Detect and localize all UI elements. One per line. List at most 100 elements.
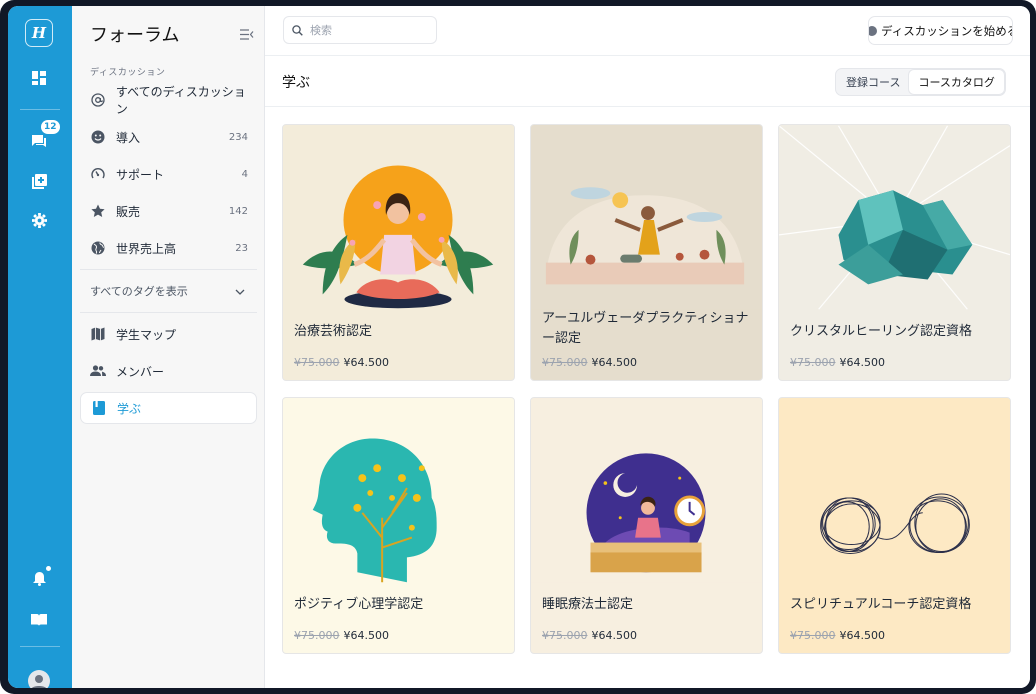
- course-price: ¥75.000 ¥64.500: [790, 356, 885, 369]
- app: H 12 フォーラム ディスカッション すべてのディスカッション 導入 234 …: [8, 6, 1030, 688]
- sidebar-item-all-discussions[interactable]: すべてのディスカッション: [80, 84, 257, 116]
- messages-badge: 12: [41, 120, 60, 134]
- dashboard-icon[interactable]: [24, 63, 54, 93]
- ayurveda-illustration: [531, 125, 762, 310]
- settings-icon[interactable]: [24, 205, 54, 235]
- sale-price: ¥64.500: [343, 356, 390, 369]
- notification-dot: [46, 566, 51, 571]
- app-logo[interactable]: H: [25, 19, 53, 47]
- map-icon: [90, 326, 106, 342]
- sidebar-divider: [80, 269, 257, 270]
- top-bar: ディスカッションを始める: [265, 6, 1030, 56]
- head-tree-illustration: [283, 398, 514, 583]
- course-card[interactable]: 治療芸術認定 ¥75.000 ¥64.500: [282, 124, 515, 381]
- globe-icon: [90, 240, 106, 256]
- sidebar-item-members[interactable]: メンバー: [80, 355, 257, 387]
- sidebar-item-label: メンバー: [116, 364, 165, 379]
- sidebar-item-label: 導入: [116, 130, 141, 145]
- sidebar-divider: [80, 312, 257, 313]
- sale-price: ¥64.500: [343, 629, 390, 642]
- sidebar-item-support[interactable]: サポート 4: [80, 158, 257, 190]
- sidebar-item-label: 世界売上高: [116, 241, 177, 256]
- course-title: 睡眠療法士認定: [542, 597, 634, 612]
- avatar[interactable]: [24, 666, 54, 688]
- collapse-sidebar-icon[interactable]: [240, 25, 254, 44]
- main-content: ディスカッションを始める 学ぶ 登録コース コースカタログ: [265, 6, 1030, 688]
- search-box[interactable]: [283, 16, 437, 44]
- course-title: 治療芸術認定: [294, 324, 373, 339]
- members-icon: [90, 363, 106, 379]
- item-count: 4: [241, 168, 248, 180]
- sidebar-item-label: すべてのディスカッション: [115, 85, 246, 116]
- sidebar-item-global-sales[interactable]: 世界売上高 23: [80, 232, 257, 264]
- item-count: 234: [228, 131, 248, 143]
- section-label: ディスカッション: [90, 68, 166, 78]
- gauge-icon: [90, 166, 106, 182]
- meditation-illustration: [283, 125, 514, 310]
- item-count: 142: [228, 205, 248, 217]
- nav-rail: H 12: [8, 6, 72, 688]
- rail-divider: [20, 109, 60, 110]
- course-view-toggle: 登録コース コースカタログ: [835, 68, 1006, 96]
- guide-book-icon[interactable]: [24, 604, 54, 634]
- course-card[interactable]: アーユルヴェーダプラクティショナー認定 ¥75.000 ¥64.500: [530, 124, 763, 381]
- start-discussion-label: ディスカッションを始める: [881, 23, 1013, 38]
- sidebar-item-learn[interactable]: 学ぶ: [80, 392, 257, 424]
- plus-circle-icon: [869, 25, 877, 36]
- course-title: ポジティブ心理学認定: [294, 597, 424, 612]
- sale-price: ¥64.500: [591, 629, 638, 642]
- original-price: ¥75.000: [790, 356, 836, 369]
- sidebar-item-intro[interactable]: 導入 234: [80, 121, 257, 153]
- crystal-illustration: [779, 125, 1010, 310]
- course-title: アーユルヴェーダプラクティショナー認定: [542, 311, 749, 346]
- page-title: 学ぶ: [282, 75, 310, 91]
- course-card[interactable]: スピリチュアルコーチ認定資格 ¥75.000 ¥64.500: [778, 397, 1011, 654]
- smile-icon: [90, 129, 106, 145]
- original-price: ¥75.000: [542, 629, 588, 642]
- tab-enrolled-courses[interactable]: 登録コース: [837, 70, 909, 94]
- show-all-tags-label: すべてのタグを表示: [90, 285, 188, 298]
- course-price: ¥75.000 ¥64.500: [294, 629, 389, 642]
- at-icon: [90, 92, 106, 108]
- notifications-icon[interactable]: [24, 564, 54, 594]
- course-title: スピリチュアルコーチ認定資格: [790, 597, 972, 612]
- forum-sidebar: フォーラム ディスカッション すべてのディスカッション 導入 234 サポート …: [72, 6, 265, 688]
- course-book-icon: [91, 400, 107, 416]
- course-title: クリスタルヒーリング認定資格: [790, 324, 973, 339]
- sidebar-item-label: 学生マップ: [116, 327, 177, 342]
- course-price: ¥75.000 ¥64.500: [790, 629, 885, 642]
- window-frame: H 12 フォーラム ディスカッション すべてのディスカッション 導入 234 …: [0, 0, 1036, 694]
- scribble-infinity-illustration: [779, 398, 1010, 583]
- sleep-illustration: [531, 398, 762, 583]
- sale-price: ¥64.500: [839, 356, 886, 369]
- sidebar-item-label: サポート: [116, 167, 165, 182]
- sale-price: ¥64.500: [839, 629, 886, 642]
- sidebar-item-sales[interactable]: 販売 142: [80, 195, 257, 227]
- sidebar-title: フォーラム: [90, 25, 180, 46]
- tab-course-catalog[interactable]: コースカタログ: [909, 70, 1004, 94]
- page-header: 学ぶ 登録コース コースカタログ: [265, 57, 1030, 107]
- course-card[interactable]: ポジティブ心理学認定 ¥75.000 ¥64.500: [282, 397, 515, 654]
- course-card[interactable]: 睡眠療法士認定 ¥75.000 ¥64.500: [530, 397, 763, 654]
- search-input[interactable]: [310, 23, 420, 37]
- item-count: 23: [235, 242, 248, 254]
- show-all-tags-toggle[interactable]: すべてのタグを表示: [80, 276, 257, 306]
- search-icon: [292, 21, 303, 40]
- course-price: ¥75.000 ¥64.500: [542, 629, 637, 642]
- chevron-down-icon: [235, 285, 245, 298]
- sale-price: ¥64.500: [591, 356, 638, 369]
- messages-icon[interactable]: 12: [24, 120, 60, 156]
- course-price: ¥75.000 ¥64.500: [294, 356, 389, 369]
- course-price: ¥75.000 ¥64.500: [542, 356, 637, 369]
- original-price: ¥75.000: [294, 629, 340, 642]
- original-price: ¥75.000: [790, 629, 836, 642]
- sidebar-item-student-map[interactable]: 学生マップ: [80, 318, 257, 350]
- original-price: ¥75.000: [542, 356, 588, 369]
- course-card[interactable]: クリスタルヒーリング認定資格 ¥75.000 ¥64.500: [778, 124, 1011, 381]
- rail-divider-bottom: [20, 646, 60, 647]
- start-discussion-button[interactable]: ディスカッションを始める: [868, 16, 1013, 45]
- sidebar-item-label: 学ぶ: [117, 401, 142, 416]
- original-price: ¥75.000: [294, 356, 340, 369]
- star-icon: [90, 203, 106, 219]
- add-content-icon[interactable]: [24, 166, 54, 196]
